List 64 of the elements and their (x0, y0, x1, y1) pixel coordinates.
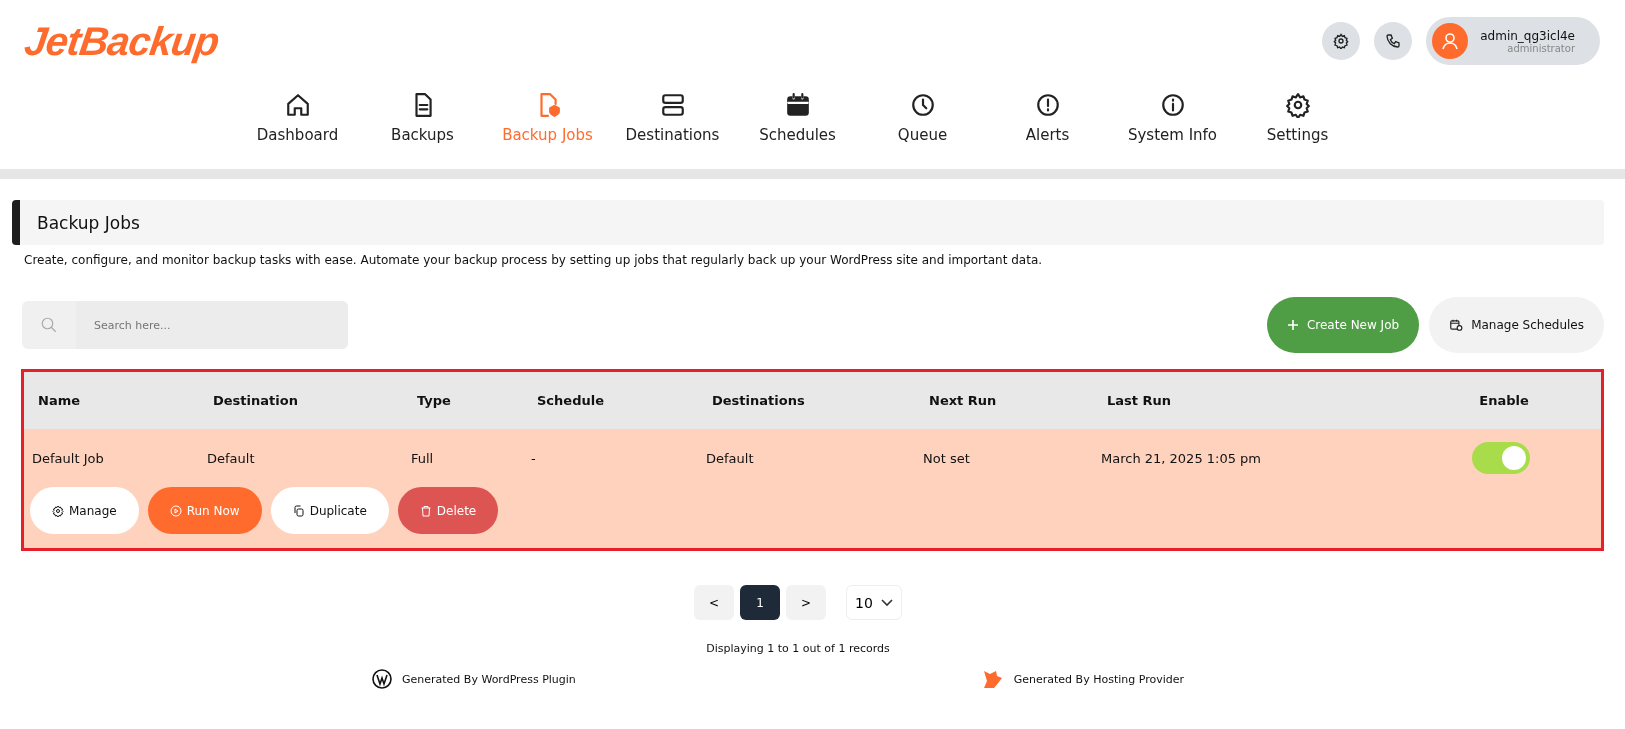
calendar-clock-icon (1449, 318, 1464, 332)
clock-icon (909, 92, 936, 118)
home-icon (284, 92, 311, 118)
info-icon (1159, 92, 1186, 118)
manage-schedules-button[interactable]: Manage Schedules (1429, 297, 1604, 353)
nav-tab[interactable]: Alerts (985, 92, 1110, 169)
column-header: Enable (1478, 393, 1530, 408)
table-cell-text: Default (706, 450, 755, 466)
nav-tab[interactable]: Settings (1235, 92, 1360, 169)
records-summary: Displaying 1 to 1 out of 1 records (705, 642, 891, 655)
manage-button[interactable]: Manage (30, 487, 139, 534)
table-cell-text: - (531, 450, 537, 466)
fox-logo-icon (981, 669, 1004, 689)
settings-icon (1333, 33, 1350, 49)
nav-tab[interactable]: Backups (360, 92, 485, 169)
settings-button[interactable] (1322, 22, 1361, 60)
logo: JetBackup (21, 18, 222, 64)
nav-tab[interactable]: System Info (1110, 92, 1235, 169)
duplicate-button[interactable]: Duplicate (270, 487, 389, 534)
gear-icon (52, 504, 64, 517)
previous-page-button[interactable]: < (694, 585, 734, 620)
page-description: Create, configure, and monitor backup tasks with ease. Automate your backup process by setting up jobs that regularly back up your WordPress site and important data. (24, 253, 1044, 267)
chevron-down-icon (880, 598, 893, 607)
column-header: Destinations (712, 393, 806, 408)
search-field[interactable]: Search here... (22, 301, 348, 349)
delete-button[interactable]: Delete (397, 487, 499, 534)
user-menu[interactable]: admin_qg3icl4e administrator (1426, 17, 1600, 65)
phone-icon (1385, 33, 1402, 49)
phone-button[interactable] (1374, 22, 1413, 60)
column-header: Last Run (1107, 393, 1173, 408)
table-cell-text: Default Job (32, 450, 105, 466)
user-avatar-icon (1432, 23, 1469, 59)
alert-icon (1034, 92, 1061, 118)
column-header: Destination (213, 393, 299, 408)
plus-icon (1286, 319, 1299, 331)
column-header: Next Run (929, 393, 998, 408)
calendar-icon (784, 92, 811, 118)
enable-toggle[interactable] (1472, 442, 1530, 474)
nav-tab[interactable]: Queue (860, 92, 985, 169)
table-cell-text: Full (411, 450, 435, 466)
table-cell-text: March 21, 2025 1:05 pm (1101, 450, 1263, 466)
footer-credit: Generated By Hosting Provider (1013, 672, 1184, 686)
user-role: administrator (1507, 42, 1575, 54)
per-page-select[interactable]: 10 (846, 585, 902, 620)
server-icon (659, 92, 686, 118)
trash-icon (419, 504, 432, 517)
table-cell-text: Default (207, 450, 256, 466)
column-header: Schedule (537, 393, 605, 408)
gear-icon (1284, 92, 1311, 118)
nav-tab[interactable]: Destinations (610, 92, 735, 169)
table-cell-text: Not set (923, 450, 971, 466)
next-page-button[interactable]: > (786, 585, 826, 620)
search-icon (40, 316, 58, 334)
column-header: Type (417, 393, 452, 408)
page-number-button[interactable]: 1 (740, 585, 780, 620)
column-header: Name (38, 393, 81, 408)
play-icon (169, 504, 182, 517)
nav-tab[interactable]: Dashboard (235, 92, 360, 169)
page-title: Backup Jobs (37, 212, 140, 233)
user-name: admin_qg3icl4e (1480, 28, 1575, 43)
wordpress-logo-icon (372, 669, 392, 689)
footer-credit: Generated By WordPress Plugin (402, 672, 576, 686)
copy-icon (292, 504, 305, 517)
nav-tab[interactable]: Schedules (735, 92, 860, 169)
